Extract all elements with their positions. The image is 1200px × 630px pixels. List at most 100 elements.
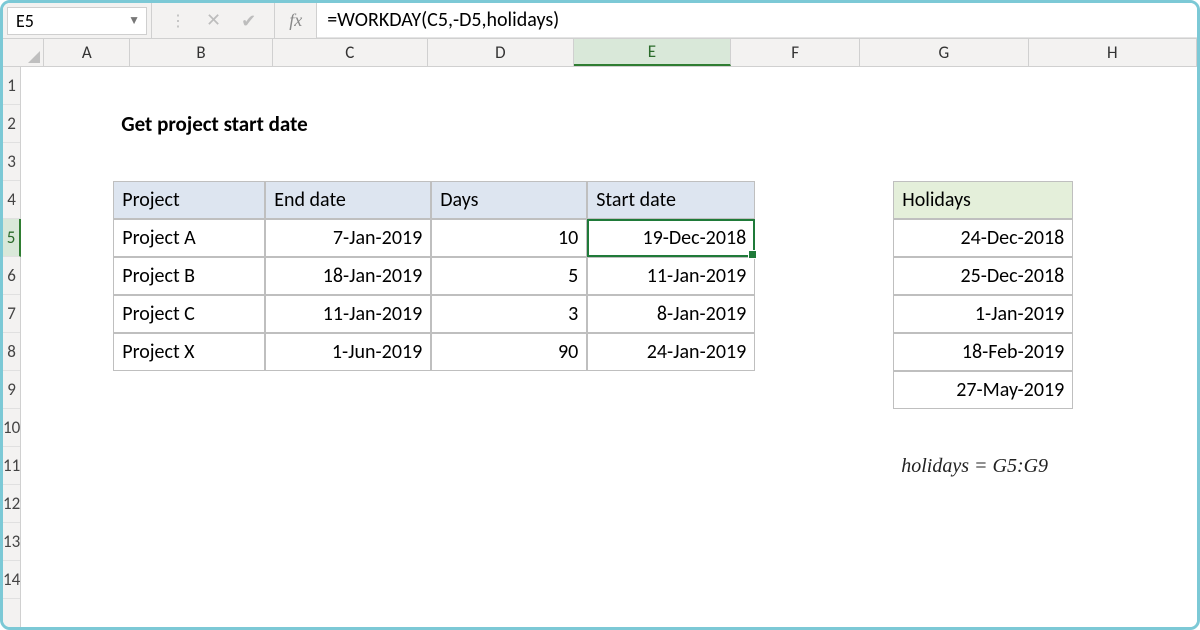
row-header[interactable]: 8 bbox=[3, 333, 20, 371]
col-header-G[interactable]: G bbox=[860, 39, 1028, 66]
cell[interactable] bbox=[265, 67, 431, 105]
cell[interactable] bbox=[1073, 561, 1200, 599]
cell[interactable] bbox=[113, 485, 265, 523]
cell[interactable] bbox=[113, 67, 265, 105]
cell[interactable] bbox=[265, 561, 431, 599]
select-all-corner[interactable] bbox=[3, 39, 44, 66]
row-header[interactable]: 1 bbox=[3, 67, 20, 105]
row-header[interactable]: 6 bbox=[3, 257, 20, 295]
table-row[interactable]: 8-Jan-2019 bbox=[587, 295, 755, 333]
cell[interactable] bbox=[755, 409, 893, 447]
row-header[interactable]: 13 bbox=[3, 523, 20, 561]
table-row[interactable]: Project A bbox=[113, 219, 265, 257]
cell[interactable] bbox=[755, 257, 893, 295]
cell[interactable] bbox=[755, 523, 893, 561]
cell[interactable] bbox=[893, 409, 1073, 447]
table-row[interactable]: 11-Jan-2019 bbox=[265, 295, 431, 333]
col-header-D[interactable]: D bbox=[428, 39, 574, 66]
cell[interactable] bbox=[21, 143, 113, 181]
cell[interactable] bbox=[587, 485, 755, 523]
cell[interactable] bbox=[265, 143, 431, 181]
col-header-H[interactable]: H bbox=[1029, 39, 1197, 66]
col-header-E[interactable]: E bbox=[574, 39, 731, 66]
cell[interactable] bbox=[1073, 219, 1200, 257]
cell[interactable] bbox=[431, 523, 587, 561]
table-row[interactable]: Project B bbox=[113, 257, 265, 295]
cell[interactable] bbox=[1073, 523, 1200, 561]
table-row[interactable]: 18-Jan-2019 bbox=[265, 257, 431, 295]
drag-handle-icon[interactable]: ⋮ bbox=[170, 11, 186, 31]
cell[interactable] bbox=[587, 561, 755, 599]
table-row[interactable]: 5 bbox=[431, 257, 587, 295]
col-header-B[interactable]: B bbox=[130, 39, 272, 66]
cell[interactable] bbox=[113, 447, 265, 485]
holiday-item[interactable]: 24-Dec-2018 bbox=[893, 219, 1073, 257]
holiday-item[interactable]: 18-Feb-2019 bbox=[893, 333, 1073, 371]
holiday-item[interactable]: 25-Dec-2018 bbox=[893, 257, 1073, 295]
cell[interactable] bbox=[431, 371, 587, 409]
holidays-header[interactable]: Holidays bbox=[893, 181, 1073, 219]
cell[interactable] bbox=[21, 523, 113, 561]
cell[interactable] bbox=[113, 371, 265, 409]
cell[interactable] bbox=[431, 67, 587, 105]
table-header-start[interactable]: Start date bbox=[587, 181, 755, 219]
table-header-end[interactable]: End date bbox=[265, 181, 431, 219]
row-header[interactable]: 3 bbox=[3, 143, 20, 181]
cell[interactable] bbox=[755, 447, 893, 485]
cell[interactable] bbox=[755, 485, 893, 523]
cell[interactable] bbox=[755, 219, 893, 257]
table-row[interactable]: Project C bbox=[113, 295, 265, 333]
holiday-item[interactable]: 27-May-2019 bbox=[893, 371, 1073, 409]
check-icon[interactable]: ✔ bbox=[241, 10, 256, 32]
cell[interactable] bbox=[21, 67, 113, 105]
col-header-C[interactable]: C bbox=[273, 39, 428, 66]
cell[interactable] bbox=[1073, 409, 1200, 447]
cell[interactable] bbox=[21, 219, 113, 257]
cell[interactable] bbox=[431, 561, 587, 599]
chevron-down-icon[interactable]: ▼ bbox=[128, 13, 140, 28]
cell[interactable] bbox=[1073, 67, 1200, 105]
table-row[interactable]: 10 bbox=[431, 219, 587, 257]
cell[interactable] bbox=[587, 523, 755, 561]
cell[interactable] bbox=[1073, 105, 1200, 143]
row-header[interactable]: 7 bbox=[3, 295, 20, 333]
cell[interactable] bbox=[265, 485, 431, 523]
formula-input[interactable]: =WORKDAY(C5,-D5,holidays) bbox=[317, 3, 1197, 38]
cell[interactable] bbox=[1073, 371, 1200, 409]
cell[interactable] bbox=[21, 257, 113, 295]
cell[interactable] bbox=[1073, 447, 1200, 485]
cell[interactable] bbox=[431, 485, 587, 523]
cell[interactable] bbox=[265, 523, 431, 561]
row-header[interactable]: 11 bbox=[3, 447, 20, 485]
cell[interactable] bbox=[113, 143, 265, 181]
cell[interactable] bbox=[755, 143, 893, 181]
cell[interactable] bbox=[893, 523, 1073, 561]
table-row[interactable]: 3 bbox=[431, 295, 587, 333]
cell[interactable] bbox=[21, 105, 113, 143]
cell[interactable] bbox=[431, 143, 587, 181]
row-header[interactable]: 9 bbox=[3, 371, 20, 409]
cell[interactable] bbox=[1073, 143, 1200, 181]
cell[interactable] bbox=[893, 485, 1073, 523]
page-title[interactable]: Get project start date bbox=[113, 105, 265, 143]
row-header[interactable]: 5 bbox=[3, 219, 21, 257]
table-row[interactable]: Project X bbox=[113, 333, 265, 371]
cell[interactable] bbox=[587, 371, 755, 409]
cell[interactable] bbox=[1073, 181, 1200, 219]
table-row[interactable]: 1-Jun-2019 bbox=[265, 333, 431, 371]
sheet[interactable]: Get project start date bbox=[21, 67, 1200, 627]
row-header[interactable]: 14 bbox=[3, 561, 20, 599]
cell[interactable] bbox=[755, 333, 893, 371]
cell[interactable] bbox=[21, 409, 113, 447]
cell[interactable] bbox=[1073, 257, 1200, 295]
cell[interactable] bbox=[21, 333, 113, 371]
cell[interactable] bbox=[893, 143, 1073, 181]
cell[interactable] bbox=[265, 105, 431, 143]
cell[interactable] bbox=[587, 447, 755, 485]
cell[interactable] bbox=[21, 371, 113, 409]
cell[interactable] bbox=[755, 105, 893, 143]
cell[interactable] bbox=[893, 105, 1073, 143]
row-header[interactable]: 2 bbox=[3, 105, 20, 143]
cell[interactable] bbox=[755, 181, 893, 219]
cell[interactable] bbox=[431, 105, 587, 143]
